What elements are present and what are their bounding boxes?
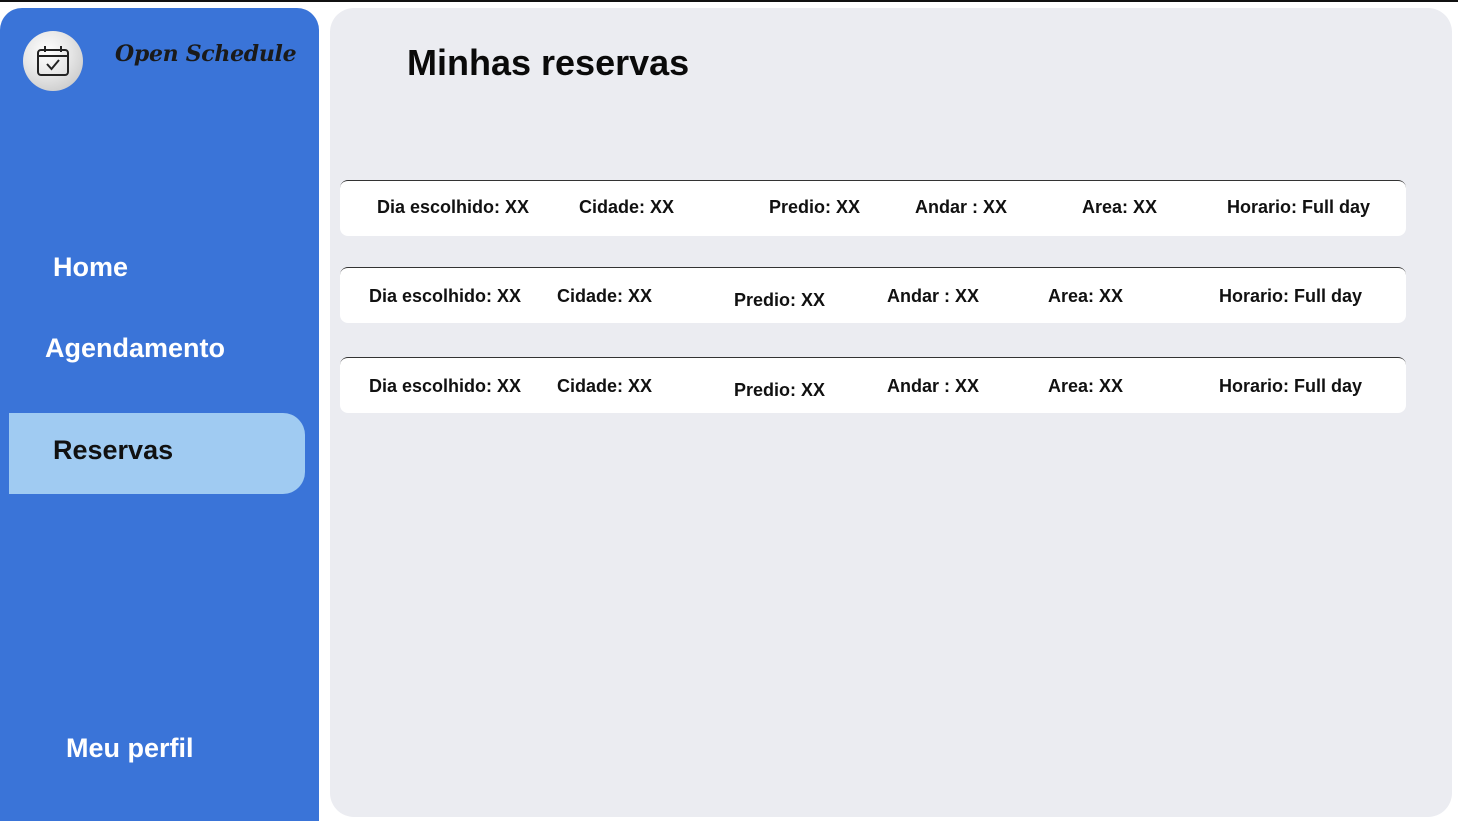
brand-name: Open Schedule <box>115 41 297 67</box>
reservation-card[interactable]: Dia escolhido: XX Cidade: XX Predio: XX … <box>340 357 1406 413</box>
sidebar-item-meu-perfil[interactable]: Meu perfil <box>66 733 194 764</box>
reservation-area: Area: XX <box>1048 286 1124 306</box>
reservation-predio: Predio: XX <box>769 197 861 217</box>
reservation-predio: Predio: XX <box>734 290 826 310</box>
reservation-andar: Andar : XX <box>915 197 1008 217</box>
page-title: Minhas reservas <box>407 42 690 83</box>
reservation-area: Area: XX <box>1048 376 1124 396</box>
reservation-cidade: Cidade: XX <box>557 376 653 396</box>
reservation-andar: Andar : XX <box>887 376 980 396</box>
top-border-line <box>0 0 1458 2</box>
reservation-cidade: Cidade: XX <box>579 197 675 217</box>
reservation-dia: Dia escolhido: XX <box>369 376 522 396</box>
sidebar-item-reservas[interactable]: Reservas <box>9 413 305 494</box>
reservation-dia: Dia escolhido: XX <box>369 286 522 306</box>
reservation-cidade: Cidade: XX <box>557 286 653 306</box>
reservation-card[interactable]: Dia escolhido: XX Cidade: XX Predio: XX … <box>340 180 1406 236</box>
reservation-horario: Horario: Full day <box>1227 197 1371 217</box>
reservation-dia: Dia escolhido: XX <box>377 197 530 217</box>
reservation-area: Area: XX <box>1082 197 1158 217</box>
reservation-horario: Horario: Full day <box>1219 286 1363 306</box>
reservation-card[interactable]: Dia escolhido: XX Cidade: XX Predio: XX … <box>340 267 1406 323</box>
sidebar-item-label: Reservas <box>53 435 174 465</box>
main-content: Minhas reservas Dia escolhido: XX Cidade… <box>330 8 1452 817</box>
reservation-horario: Horario: Full day <box>1219 376 1363 396</box>
logo[interactable] <box>23 31 83 91</box>
reservation-andar: Andar : XX <box>887 286 980 306</box>
calendar-check-icon <box>37 46 69 76</box>
sidebar: Open Schedule Home Agendamento Reservas … <box>0 8 319 821</box>
reservation-predio: Predio: XX <box>734 380 826 400</box>
sidebar-item-home[interactable]: Home <box>53 252 128 283</box>
sidebar-item-agendamento[interactable]: Agendamento <box>45 333 225 364</box>
